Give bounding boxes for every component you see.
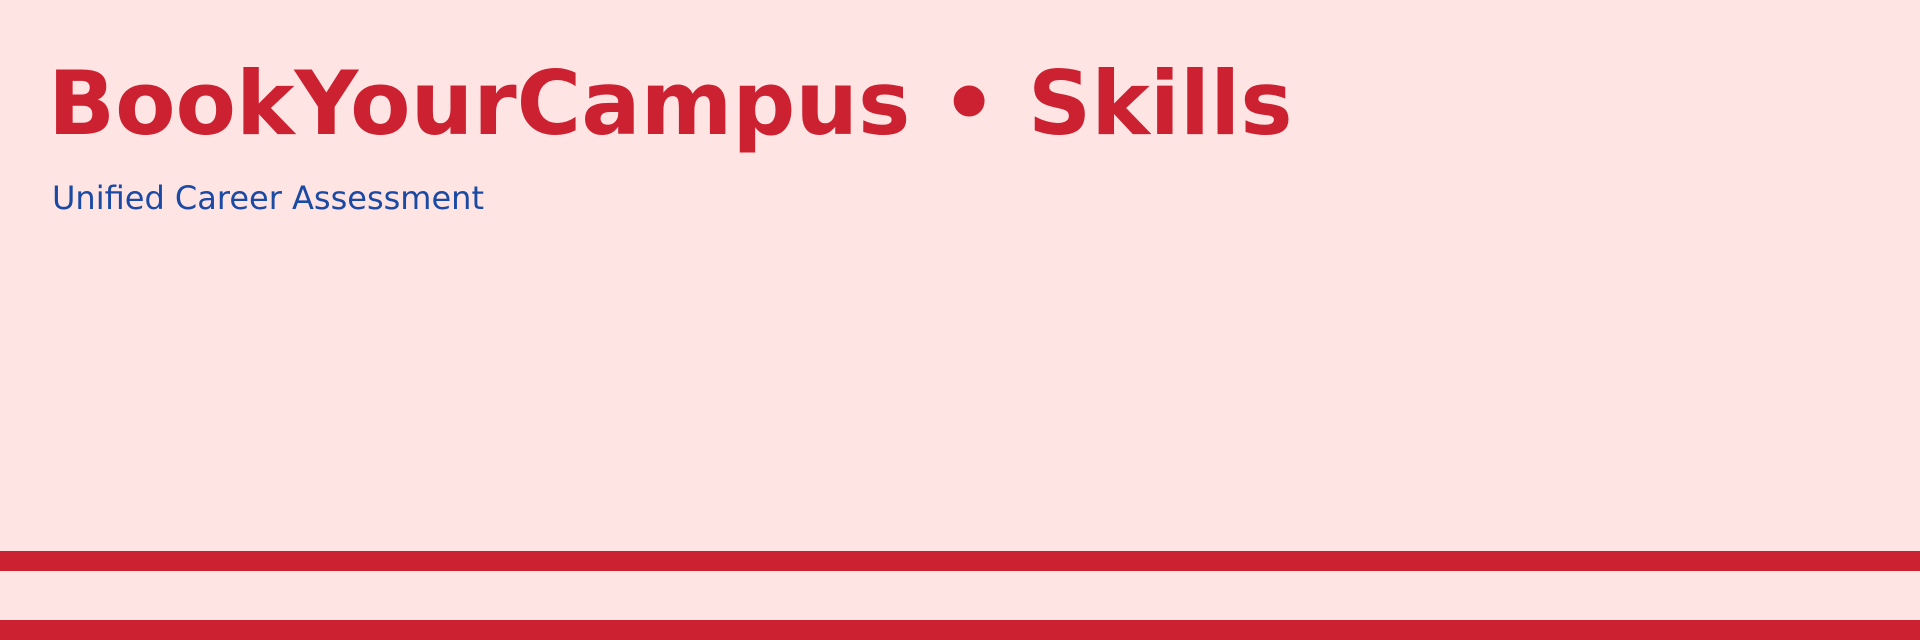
page-subtitle: Unified Career Assessment (52, 179, 484, 217)
page-title: BookYourCampus • Skills (48, 52, 1293, 155)
page-header: BookYourCampus • Skills Unified Career A… (48, 52, 1293, 217)
decorative-stripe-lower (0, 620, 1920, 640)
decorative-stripe-upper (0, 551, 1920, 571)
